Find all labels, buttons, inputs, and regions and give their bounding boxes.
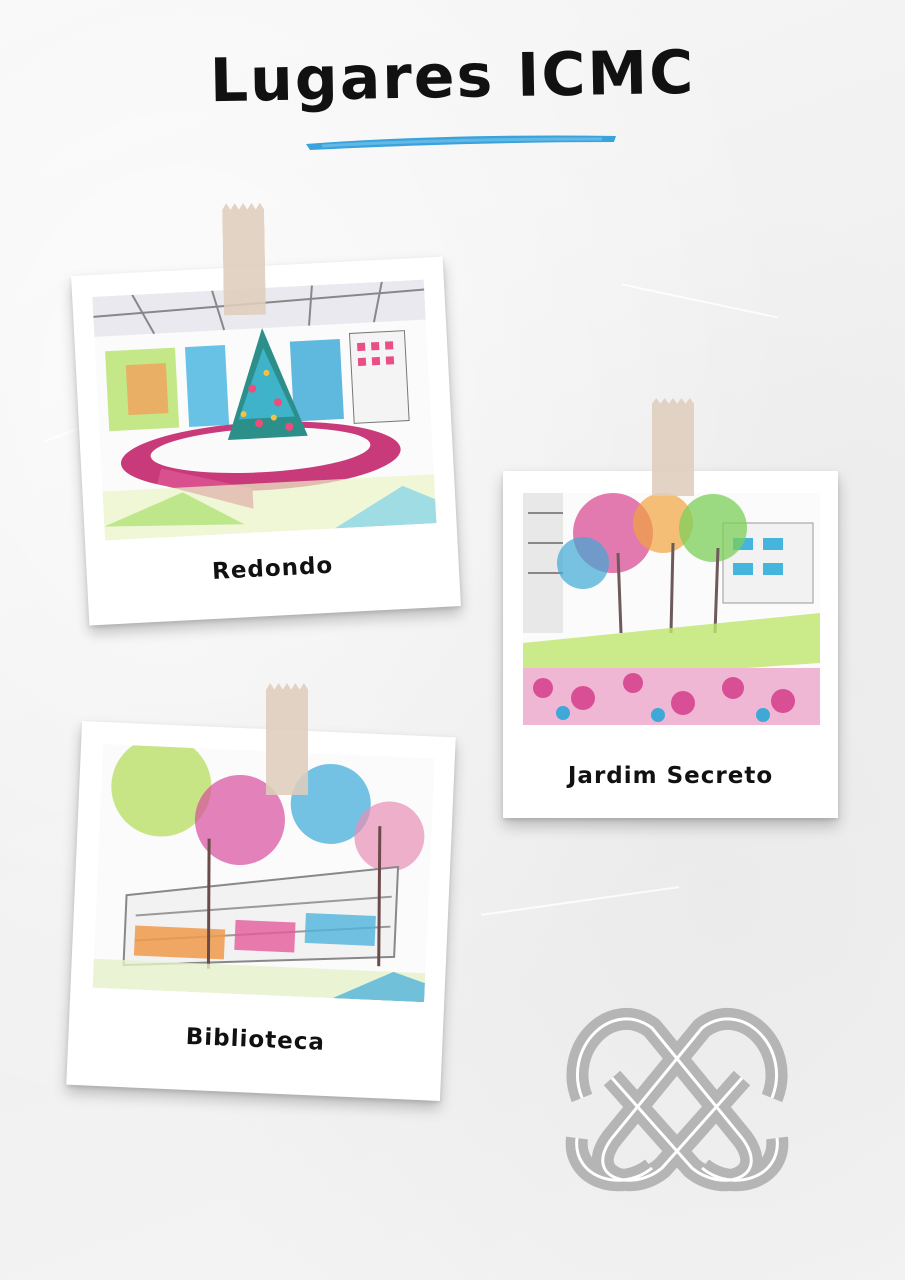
caption-jardim-secreto: Jardim Secreto — [567, 763, 774, 789]
photo-redondo — [92, 279, 437, 541]
title-underline — [306, 135, 616, 150]
caption-redondo: Redondo — [211, 552, 334, 585]
caption-biblioteca: Biblioteca — [185, 1023, 326, 1056]
polaroid-biblioteca: Biblioteca — [66, 721, 456, 1101]
polaroid-jardim-secreto: Jardim Secreto — [503, 471, 838, 818]
tape-biblioteca — [266, 683, 308, 795]
photo-jardim-secreto — [523, 493, 820, 725]
polaroid-redondo: Redondo — [71, 256, 461, 626]
photo-biblioteca — [92, 743, 435, 1003]
knot-logo-icon — [565, 1007, 789, 1192]
tape-jardim-secreto — [652, 398, 694, 496]
tape-redondo — [222, 203, 266, 316]
